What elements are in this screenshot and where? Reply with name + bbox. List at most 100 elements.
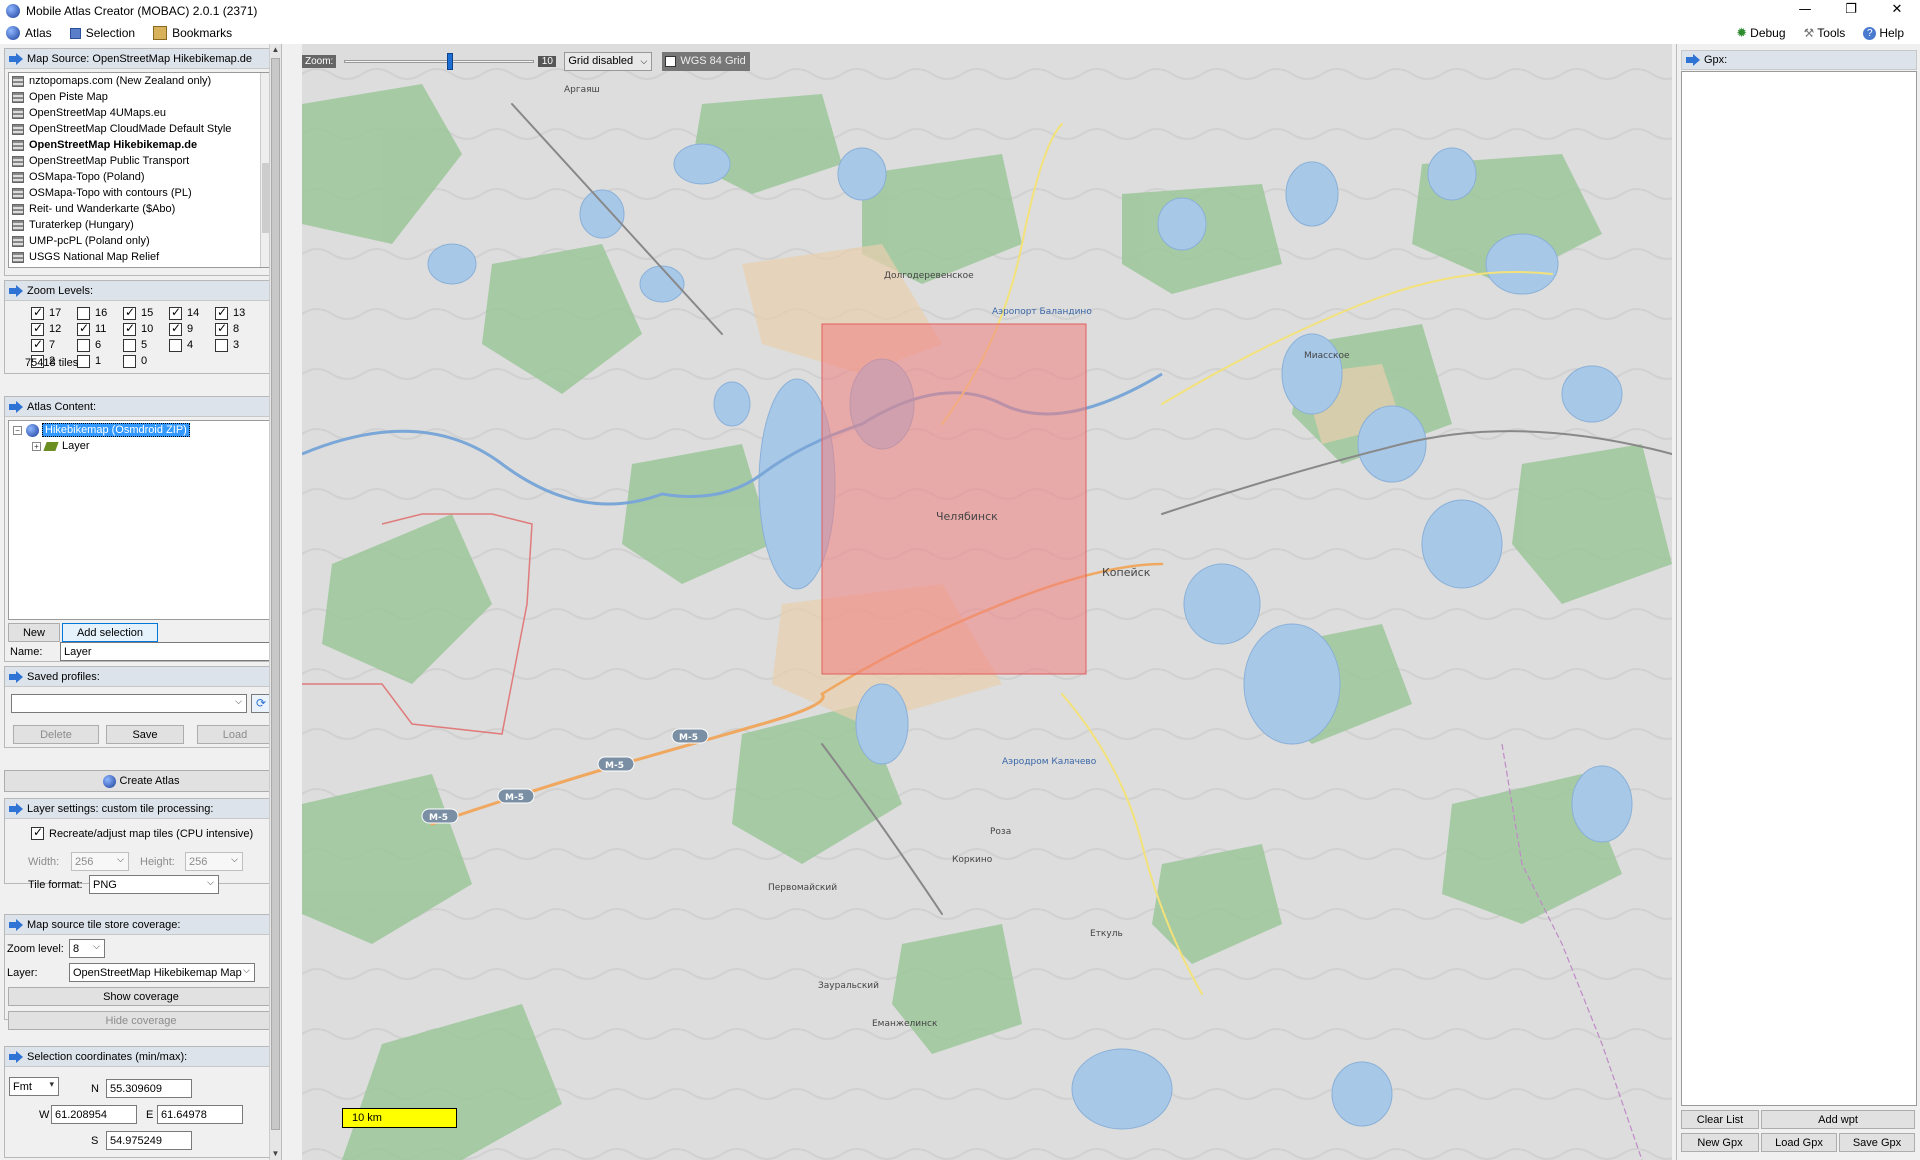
north-field[interactable]: 55.309609 (106, 1079, 192, 1098)
zoom-slider-handle[interactable] (446, 53, 453, 70)
atlas-tree-layer[interactable]: + Layer (9, 438, 273, 454)
coverage-zoom-select[interactable]: 8 ⌵ (69, 939, 105, 958)
atlas-name[interactable]: Hikebikemap (Osmdroid ZIP) (42, 423, 190, 437)
clear-list-button[interactable]: Clear List (1681, 1110, 1759, 1129)
map-source-item[interactable]: OpenStreetMap Public Transport (9, 153, 273, 169)
load-profile-button[interactable]: Load (197, 725, 273, 744)
map-source-item[interactable]: nztopomaps.com (New Zealand only) (9, 73, 273, 89)
atlas-tree-root[interactable]: − Hikebikemap (Osmdroid ZIP) (9, 422, 273, 438)
menu-debug[interactable]: ✹ Debug (1736, 25, 1785, 41)
map-source-header[interactable]: Map Source: OpenStreetMap Hikebikemap.de (5, 49, 277, 69)
map-source-item[interactable]: OSMapa-Topo with contours (PL) (9, 185, 273, 201)
zoom-level-option[interactable]: 14 (169, 305, 215, 320)
zoom-level-checkbox[interactable] (169, 338, 182, 352)
east-field[interactable]: 61.64978 (157, 1105, 243, 1124)
zoom-level-checkbox[interactable] (31, 337, 44, 352)
zoom-level-option[interactable]: 15 (123, 305, 169, 320)
zoom-level-option[interactable]: 13 (215, 305, 261, 320)
zoom-level-option[interactable]: 12 (31, 321, 77, 336)
zoom-level-option[interactable]: 11 (77, 321, 123, 336)
menu-tools[interactable]: ⚒ Tools (1804, 25, 1846, 41)
zoom-level-option[interactable]: 8 (215, 321, 261, 336)
gpx-tree[interactable] (1681, 71, 1917, 1106)
map-source-item[interactable]: USGS National Map Relief (9, 249, 273, 265)
zoom-level-option[interactable]: 10 (123, 321, 169, 336)
menu-selection[interactable]: Selection (69, 26, 135, 40)
map-source-item[interactable]: OSMapa-Topo (Poland) (9, 169, 273, 185)
zoom-level-checkbox[interactable] (77, 354, 90, 368)
zoom-level-checkbox[interactable] (31, 321, 44, 336)
save-profile-button[interactable]: Save (106, 725, 184, 744)
delete-profile-button[interactable]: Delete (13, 725, 99, 744)
zoom-level-checkbox[interactable] (123, 354, 136, 368)
west-field[interactable]: 61.208954 (51, 1105, 137, 1124)
wgs84-grid-toggle[interactable]: WGS 84 Grid (662, 51, 750, 71)
zoom-level-option[interactable]: 17 (31, 305, 77, 320)
zoom-level-option[interactable]: 4 (169, 338, 215, 352)
hide-coverage-button[interactable]: Hide coverage (8, 1011, 274, 1030)
minimize-button[interactable]: — (1782, 0, 1828, 22)
height-select[interactable]: 256 ⌵ (185, 852, 243, 871)
profile-select[interactable]: ⌵ (11, 694, 247, 713)
restore-button[interactable]: ❐ (1828, 0, 1874, 22)
scroll-down-icon[interactable]: ▼ (270, 1148, 281, 1160)
atlas-content-header[interactable]: Atlas Content: (5, 397, 277, 417)
zoom-level-option[interactable]: 16 (77, 306, 123, 320)
map-source-item[interactable]: OpenStreetMap 4UMaps.eu (9, 105, 273, 121)
south-field[interactable]: 54.975249 (106, 1131, 192, 1150)
zoom-level-option[interactable]: 7 (31, 337, 77, 352)
layer-settings-header[interactable]: Layer settings: custom tile processing: (5, 799, 277, 819)
zoom-level-option[interactable]: 5 (123, 338, 169, 352)
zoom-level-checkbox[interactable] (215, 305, 228, 320)
left-panel-scrollbar[interactable]: ▲ ▼ (269, 44, 281, 1160)
saved-profiles-header[interactable]: Saved profiles: (5, 667, 277, 687)
load-gpx-button[interactable]: Load Gpx (1761, 1133, 1837, 1152)
menu-bookmarks[interactable]: Bookmarks (153, 26, 232, 40)
map-source-item[interactable]: Turaterkep (Hungary) (9, 217, 273, 233)
create-atlas-button[interactable]: Create Atlas (4, 770, 278, 792)
map-source-item[interactable]: USGS National Map Satellite (9, 265, 273, 267)
recreate-tiles-checkbox[interactable] (31, 825, 44, 840)
refresh-icon[interactable]: ⟳ (251, 694, 271, 713)
zoom-level-checkbox[interactable] (169, 305, 182, 320)
gpx-header[interactable]: Gpx: (1681, 50, 1917, 70)
zoom-level-checkbox[interactable] (123, 321, 136, 336)
show-coverage-button[interactable]: Show coverage (8, 987, 274, 1006)
selection-coordinates-header[interactable]: Selection coordinates (min/max): (5, 1047, 277, 1067)
zoom-level-checkbox[interactable] (77, 338, 90, 352)
zoom-level-checkbox[interactable] (77, 321, 90, 336)
add-waypoint-button[interactable]: Add wpt (1761, 1110, 1915, 1129)
map-view[interactable]: Аргаяш Долгодеревенское Аэропорт Баланди… (302, 44, 1672, 1160)
zoom-level-checkbox[interactable] (123, 305, 136, 320)
map-source-item[interactable]: Open Piste Map (9, 89, 273, 105)
zoom-levels-header[interactable]: Zoom Levels: (5, 281, 277, 301)
map-source-item[interactable]: Reit- und Wanderkarte ($Abo) (9, 201, 273, 217)
zoom-level-option[interactable]: 0 (123, 354, 169, 368)
zoom-level-checkbox[interactable] (215, 321, 228, 336)
width-select[interactable]: 256 ⌵ (71, 852, 129, 871)
zoom-slider[interactable] (340, 52, 538, 70)
zoom-level-checkbox[interactable] (123, 338, 136, 352)
close-button[interactable]: ✕ (1874, 0, 1920, 22)
add-selection-button[interactable]: Add selection (62, 623, 158, 642)
wgs84-grid-checkbox[interactable] (665, 55, 677, 67)
grid-select[interactable]: Grid disabled ⌵ (564, 51, 653, 71)
map-source-list[interactable]: nztopomaps.com (New Zealand only) Open Pi… (8, 72, 274, 268)
map-source-item[interactable]: OpenStreetMap Hikebikemap.de (9, 137, 273, 153)
coordinate-format-select[interactable]: Fmt ▾ (9, 1077, 59, 1096)
save-gpx-button[interactable]: Save Gpx (1839, 1133, 1915, 1152)
coverage-layer-select[interactable]: OpenStreetMap Hikebikemap Map ⌵ (69, 963, 255, 982)
recreate-tiles-option[interactable]: Recreate/adjust map tiles (CPU intensive… (31, 825, 253, 840)
zoom-level-option[interactable]: 1 (77, 354, 123, 368)
scroll-up-icon[interactable]: ▲ (270, 44, 281, 56)
zoom-level-option[interactable]: 6 (77, 338, 123, 352)
coverage-header[interactable]: Map source tile store coverage: (5, 915, 277, 935)
zoom-level-checkbox[interactable] (31, 305, 44, 320)
new-button[interactable]: New (8, 623, 60, 642)
zoom-level-checkbox[interactable] (169, 321, 182, 336)
zoom-level-checkbox[interactable] (77, 306, 90, 320)
map-canvas[interactable]: Аргаяш Долгодеревенское Аэропорт Баланди… (302, 44, 1672, 1160)
menu-help[interactable]: ? Help (1863, 25, 1904, 41)
zoom-level-checkbox[interactable] (215, 338, 228, 352)
zoom-level-option[interactable]: 3 (215, 338, 261, 352)
